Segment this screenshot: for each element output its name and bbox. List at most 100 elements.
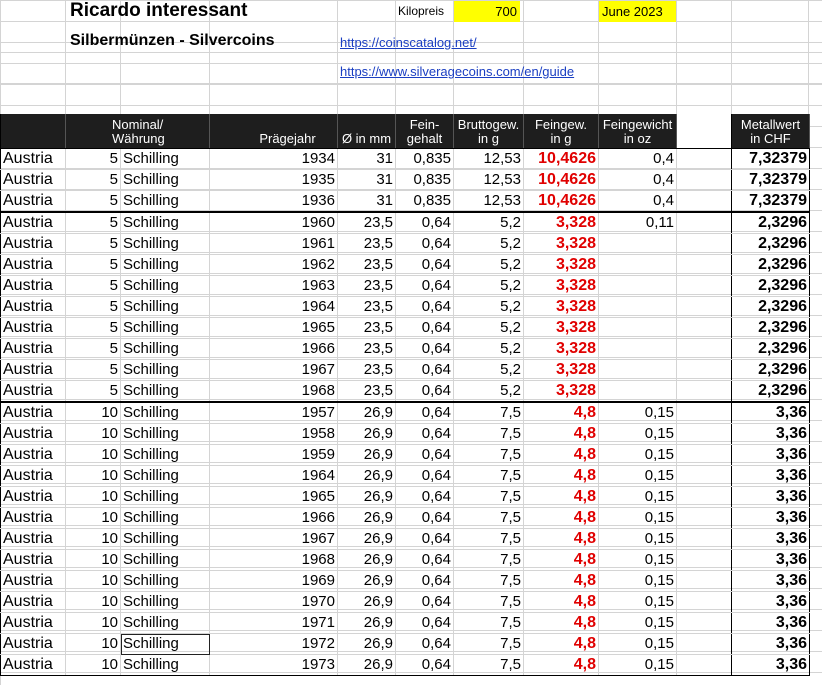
metal-value-cell[interactable]: 3,36 [731,612,810,634]
country-cell[interactable]: Austria [0,401,66,424]
fineness-cell[interactable]: 0,64 [395,507,454,529]
currency-cell[interactable]: Schilling [120,317,210,339]
nominal-cell[interactable]: 10 [65,591,121,613]
gross-weight-cell[interactable]: 7,5 [453,507,524,529]
currency-cell[interactable]: Schilling [120,549,210,571]
currency-cell[interactable]: Schilling [120,507,210,529]
fine-weight-oz-cell[interactable]: 0,4 [598,190,677,213]
diameter-cell[interactable]: 26,9 [337,401,396,424]
fineness-cell[interactable]: 0,64 [395,233,454,255]
diameter-cell[interactable]: 23,5 [337,254,396,276]
metal-value-cell[interactable]: 2,3296 [731,275,810,297]
metal-value-cell[interactable]: 3,36 [731,423,810,445]
kilopreis-label[interactable]: Kilopreis [398,1,444,22]
blank-cell[interactable] [676,465,732,487]
year-cell[interactable]: 1963 [209,275,338,297]
diameter-cell[interactable]: 23,5 [337,338,396,360]
diameter-cell[interactable]: 26,9 [337,591,396,613]
year-cell[interactable]: 1970 [209,591,338,613]
nominal-cell[interactable]: 10 [65,633,121,655]
fineness-cell[interactable]: 0,64 [395,612,454,634]
gross-weight-cell[interactable]: 5,2 [453,338,524,360]
country-cell[interactable]: Austria [0,507,66,529]
fine-weight-cell[interactable]: 10,4626 [523,148,599,170]
nominal-cell[interactable]: 5 [65,338,121,360]
currency-cell[interactable]: Schilling [120,465,210,487]
fine-weight-oz-cell[interactable]: 0,15 [598,486,677,508]
year-cell[interactable]: 1968 [209,549,338,571]
fine-weight-cell[interactable]: 10,4626 [523,169,599,191]
nominal-cell[interactable]: 10 [65,507,121,529]
col-header-gross-weight[interactable]: Bruttogew. in g [453,114,524,149]
fineness-cell[interactable]: 0,64 [395,444,454,466]
nominal-cell[interactable]: 10 [65,528,121,550]
country-cell[interactable]: Austria [0,444,66,466]
country-cell[interactable]: Austria [0,211,66,234]
fine-weight-oz-cell[interactable] [598,296,677,318]
fineness-cell[interactable]: 0,64 [395,465,454,487]
fine-weight-cell[interactable]: 4,8 [523,612,599,634]
fine-weight-cell[interactable]: 4,8 [523,570,599,592]
nominal-cell[interactable]: 5 [65,169,121,191]
diameter-cell[interactable]: 26,9 [337,423,396,445]
fineness-cell[interactable]: 0,64 [395,296,454,318]
nominal-cell[interactable]: 10 [65,654,121,676]
year-cell[interactable]: 1959 [209,444,338,466]
nominal-cell[interactable]: 10 [65,465,121,487]
fine-weight-oz-cell[interactable]: 0,15 [598,423,677,445]
nominal-cell[interactable]: 5 [65,380,121,403]
year-cell[interactable]: 1966 [209,507,338,529]
metal-value-cell[interactable]: 3,36 [731,507,810,529]
silveragecoins-link[interactable]: https://www.silveragecoins.com/en/guide [340,61,574,82]
sheet-title[interactable]: Ricardo interessant [70,0,247,22]
fine-weight-oz-cell[interactable] [598,359,677,381]
fineness-cell[interactable]: 0,64 [395,317,454,339]
year-cell[interactable]: 1936 [209,190,338,213]
gross-weight-cell[interactable]: 5,2 [453,233,524,255]
metal-value-cell[interactable]: 3,36 [731,486,810,508]
blank-cell[interactable] [676,169,732,191]
col-header-nominal[interactable]: Nominal/ Währung [65,114,210,149]
fineness-cell[interactable]: 0,64 [395,528,454,550]
blank-cell[interactable] [676,549,732,571]
col-header-diameter[interactable]: Ø in mm [337,114,396,149]
fine-weight-cell[interactable]: 4,8 [523,633,599,655]
gross-weight-cell[interactable]: 7,5 [453,401,524,424]
metal-value-cell[interactable]: 3,36 [731,528,810,550]
blank-cell[interactable] [676,275,732,297]
country-cell[interactable]: Austria [0,528,66,550]
gross-weight-cell[interactable]: 5,2 [453,317,524,339]
diameter-cell[interactable]: 23,5 [337,380,396,403]
diameter-cell[interactable]: 26,9 [337,570,396,592]
fine-weight-oz-cell[interactable]: 0,15 [598,612,677,634]
year-cell[interactable]: 1934 [209,148,338,170]
fine-weight-oz-cell[interactable] [598,317,677,339]
currency-cell[interactable]: Schilling [120,528,210,550]
country-cell[interactable]: Austria [0,380,66,403]
year-cell[interactable]: 1961 [209,233,338,255]
currency-cell[interactable]: Schilling [120,591,210,613]
fineness-cell[interactable]: 0,835 [395,148,454,170]
nominal-cell[interactable]: 10 [65,486,121,508]
fine-weight-oz-cell[interactable]: 0,11 [598,211,677,234]
year-cell[interactable]: 1972 [209,633,338,655]
diameter-cell[interactable]: 26,9 [337,612,396,634]
fine-weight-cell[interactable]: 10,4626 [523,190,599,213]
col-header-fineness[interactable]: Fein- gehalt [395,114,454,149]
fine-weight-cell[interactable]: 4,8 [523,486,599,508]
diameter-cell[interactable]: 23,5 [337,275,396,297]
fineness-cell[interactable]: 0,835 [395,190,454,213]
diameter-cell[interactable]: 26,9 [337,528,396,550]
fine-weight-cell[interactable]: 4,8 [523,401,599,424]
currency-cell[interactable]: Schilling [120,359,210,381]
diameter-cell[interactable]: 23,5 [337,317,396,339]
fineness-cell[interactable]: 0,64 [395,570,454,592]
currency-cell[interactable]: Schilling [120,254,210,276]
fine-weight-oz-cell[interactable]: 0,15 [598,444,677,466]
fine-weight-cell[interactable]: 4,8 [523,423,599,445]
fine-weight-oz-cell[interactable]: 0,15 [598,401,677,424]
country-cell[interactable]: Austria [0,317,66,339]
diameter-cell[interactable]: 23,5 [337,359,396,381]
fine-weight-oz-cell[interactable] [598,254,677,276]
country-cell[interactable]: Austria [0,549,66,571]
